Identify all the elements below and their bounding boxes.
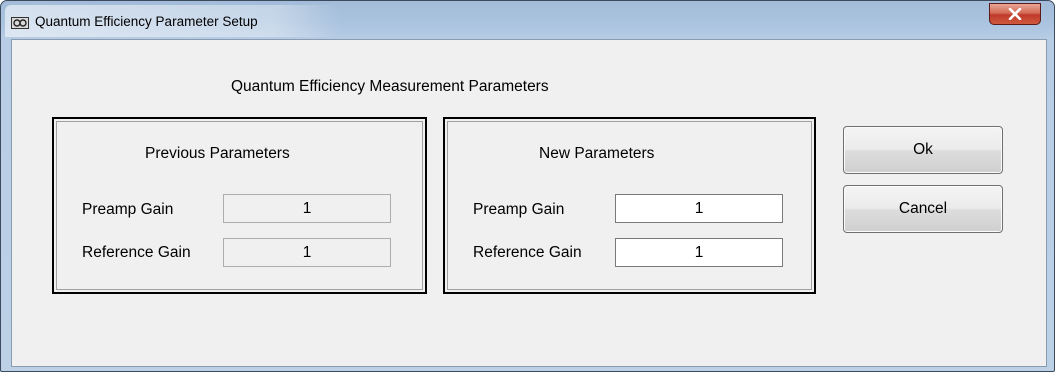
ok-button[interactable]: Ok <box>843 126 1003 174</box>
title-bar[interactable]: Quantum Efficiency Parameter Setup <box>1 1 1054 37</box>
new-preamp-gain-label: Preamp Gain <box>473 201 565 218</box>
previous-preamp-gain-label: Preamp Gain <box>82 201 174 218</box>
dialog-body: Quantum Efficiency Measurement Parameter… <box>11 39 1047 367</box>
new-parameters-group: New Parameters Preamp Gain Reference Gai… <box>443 117 816 294</box>
previous-reference-gain-label: Reference Gain <box>82 244 191 261</box>
dialog-window: Quantum Efficiency Parameter Setup Quant… <box>0 0 1055 372</box>
page-title: Quantum Efficiency Measurement Parameter… <box>231 78 549 95</box>
previous-reference-gain-value: 1 <box>223 238 391 267</box>
new-reference-gain-label: Reference Gain <box>473 244 582 261</box>
previous-parameters-group: Previous Parameters Preamp Gain 1 Refere… <box>52 117 427 294</box>
window-title: Quantum Efficiency Parameter Setup <box>35 14 258 29</box>
new-parameters-title: New Parameters <box>539 145 655 162</box>
new-preamp-gain-input[interactable] <box>615 194 783 223</box>
previous-parameters-title: Previous Parameters <box>145 145 290 162</box>
cancel-button[interactable]: Cancel <box>843 185 1003 233</box>
previous-preamp-gain-value: 1 <box>223 194 391 223</box>
app-icon[interactable] <box>11 16 29 29</box>
new-reference-gain-input[interactable] <box>615 238 783 267</box>
close-icon <box>1008 8 1022 20</box>
close-button[interactable] <box>989 3 1041 25</box>
